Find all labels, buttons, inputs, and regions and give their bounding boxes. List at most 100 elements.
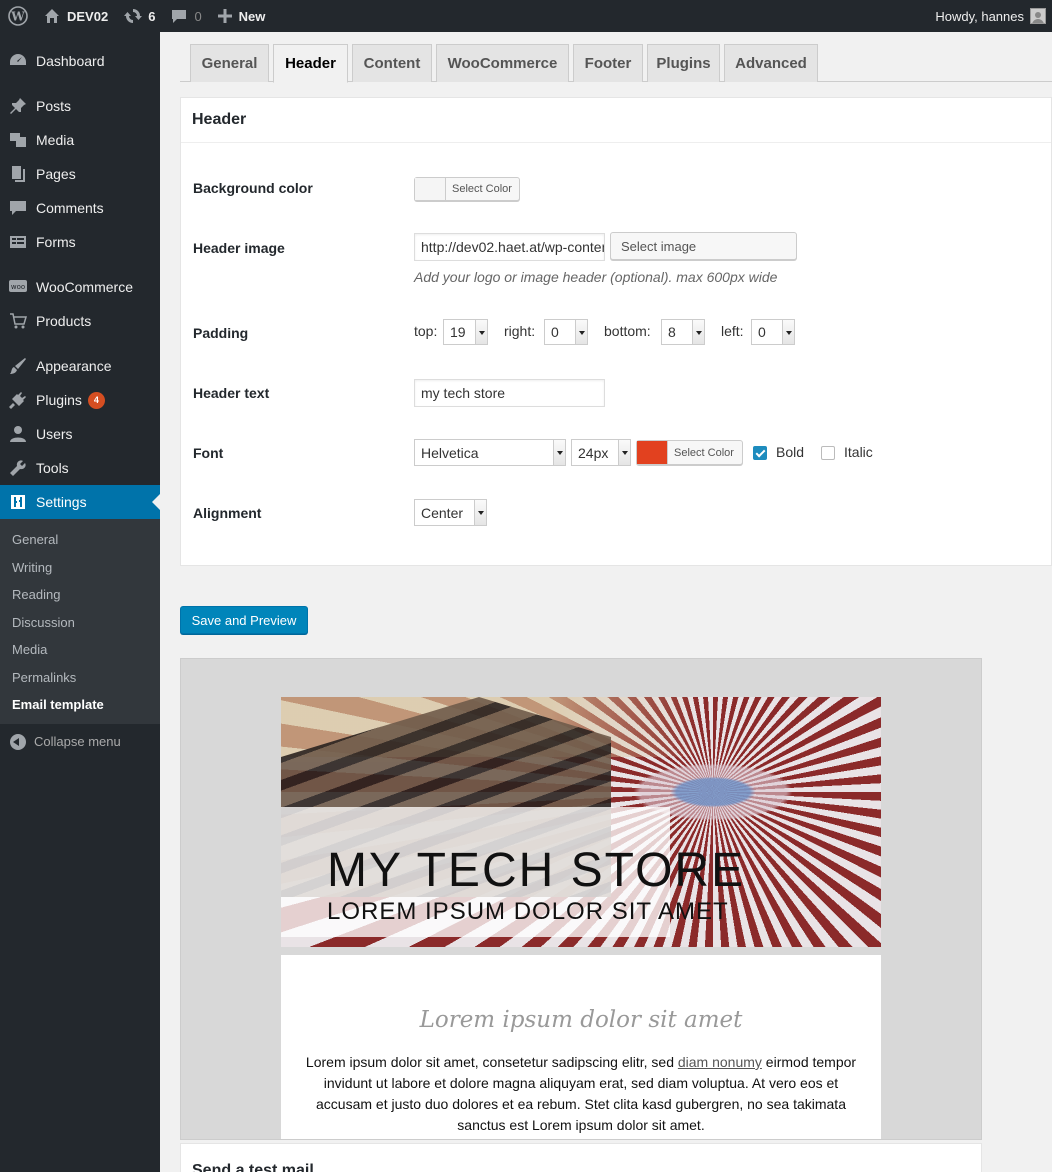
tab-footer[interactable]: Footer [573, 44, 643, 82]
updates-link[interactable]: 6 [116, 0, 163, 32]
background-color-swatch [415, 178, 446, 200]
comments-link[interactable]: 0 [163, 0, 209, 32]
admin-bar: W DEV02 6 0 New Howdy, hannes [0, 0, 1052, 32]
padding-bottom-select[interactable]: 8 [661, 319, 705, 345]
menu-label: Dashboard [36, 53, 105, 69]
font-size-select[interactable]: 24px [571, 439, 631, 466]
menu-label: Posts [36, 98, 72, 114]
save-and-preview-button[interactable]: Save and Preview [180, 606, 308, 634]
comment-icon [172, 10, 187, 23]
menu-appearance[interactable]: Appearance [0, 349, 160, 383]
email-body: Lorem ipsum dolor sit amet Lorem ipsum d… [281, 955, 881, 1139]
menu-label: Comments [36, 200, 104, 216]
padding-top-label: top: [414, 323, 438, 339]
bold-checkbox[interactable] [753, 446, 767, 460]
header-image-url-input[interactable]: http://dev02.haet.at/wp-content/uploads/… [414, 233, 605, 261]
menu-forms[interactable]: Forms [0, 225, 160, 259]
tab-general[interactable]: General [190, 44, 269, 82]
header-image-label: Header image [193, 240, 285, 256]
menu-tools[interactable]: Tools [0, 451, 160, 485]
padding-bottom-label: bottom: [604, 323, 651, 339]
menu-label: Plugins [36, 392, 82, 408]
media-icon [8, 130, 28, 150]
font-label: Font [193, 445, 224, 461]
select-image-button[interactable]: Select image [610, 232, 797, 260]
select-color-label: Select Color [452, 183, 512, 195]
site-name-link[interactable]: DEV02 [36, 0, 116, 32]
pin-icon [8, 96, 28, 116]
font-color-picker[interactable]: Select Color [636, 440, 743, 465]
menu-settings[interactable]: Settings [0, 485, 160, 519]
tab-advanced[interactable]: Advanced [724, 44, 818, 82]
updates-count: 6 [148, 8, 156, 24]
padding-top-select[interactable]: 19 [443, 319, 488, 345]
submenu-media[interactable]: Media [0, 636, 160, 664]
alignment-label: Alignment [193, 505, 262, 521]
header-text-input[interactable]: my tech store [414, 379, 605, 407]
home-icon [45, 9, 59, 23]
padding-right-select[interactable]: 0 [544, 319, 588, 345]
user-icon [8, 424, 28, 444]
dashboard-icon [8, 51, 28, 71]
menu-products[interactable]: Products [0, 304, 160, 338]
admin-menu: Dashboard Posts Media Pages Comments For… [0, 32, 160, 1172]
refresh-icon [124, 9, 143, 23]
comments-count: 0 [194, 8, 202, 24]
paragraph-link[interactable]: diam nonumy [678, 1054, 762, 1070]
italic-label: Italic [844, 444, 873, 460]
cart-icon [8, 311, 28, 331]
submenu-email-template[interactable]: Email template [0, 691, 160, 719]
settings-tabs: General Header Content WooCommerce Foote… [180, 44, 1052, 83]
menu-media[interactable]: Media [0, 123, 160, 157]
preview-store-subtitle: LOREM IPSUM DOLOR SIT AMET [327, 898, 729, 925]
header-settings-panel: Header Background color Select Color Hea… [180, 97, 1052, 566]
menu-label: Users [36, 426, 73, 442]
menu-users[interactable]: Users [0, 417, 160, 451]
comment-icon [8, 198, 28, 218]
menu-posts[interactable]: Posts [0, 89, 160, 123]
padding-bottom-value: 8 [668, 324, 676, 340]
svg-text:W: W [10, 10, 25, 24]
tab-woocommerce[interactable]: WooCommerce [436, 44, 569, 82]
menu-woocommerce[interactable]: woo WooCommerce [0, 270, 160, 304]
submenu-permalinks[interactable]: Permalinks [0, 664, 160, 692]
brush-icon [8, 356, 28, 376]
header-image: MY TECH STORE LOREM IPSUM DOLOR SIT AMET [281, 697, 881, 947]
tab-header[interactable]: Header [273, 44, 348, 83]
menu-plugins[interactable]: Plugins 4 [0, 383, 160, 417]
woo-icon: woo [8, 277, 28, 297]
menu-comments[interactable]: Comments [0, 191, 160, 225]
padding-right-value: 0 [551, 324, 559, 340]
font-family-value: Helvetica [421, 444, 479, 461]
alignment-value: Center [421, 504, 464, 521]
submenu-discussion[interactable]: Discussion [0, 609, 160, 637]
select-color-label: Select Color [674, 446, 734, 459]
tab-content[interactable]: Content [352, 44, 432, 82]
font-family-select[interactable]: Helvetica [414, 439, 566, 466]
submenu-reading[interactable]: Reading [0, 581, 160, 609]
menu-label: Appearance [36, 358, 112, 374]
padding-top-value: 19 [450, 324, 466, 340]
preview-heading: Lorem ipsum dolor sit amet [419, 1007, 743, 1033]
submenu-general[interactable]: General [0, 526, 160, 554]
collapse-menu-button[interactable]: Collapse menu [0, 724, 160, 760]
new-content-link[interactable]: New [210, 0, 274, 32]
wordpress-logo-icon[interactable]: W [0, 0, 36, 32]
alignment-select[interactable]: Center [414, 499, 487, 526]
account-menu[interactable]: Howdy, hannes [927, 0, 1052, 32]
padding-label: Padding [193, 325, 249, 341]
wrench-icon [8, 458, 28, 478]
background-color-picker[interactable]: Select Color [414, 177, 520, 201]
new-label: New [238, 8, 266, 24]
tab-plugins[interactable]: Plugins [647, 44, 720, 82]
panel-title: Header [181, 98, 1051, 143]
site-name: DEV02 [67, 8, 109, 24]
padding-right-label: right: [504, 323, 536, 339]
italic-checkbox[interactable] [821, 446, 835, 460]
avatar [1030, 8, 1046, 24]
bold-label: Bold [776, 444, 805, 460]
menu-dashboard[interactable]: Dashboard [0, 44, 160, 78]
padding-left-select[interactable]: 0 [751, 319, 795, 345]
submenu-writing[interactable]: Writing [0, 554, 160, 582]
menu-pages[interactable]: Pages [0, 157, 160, 191]
